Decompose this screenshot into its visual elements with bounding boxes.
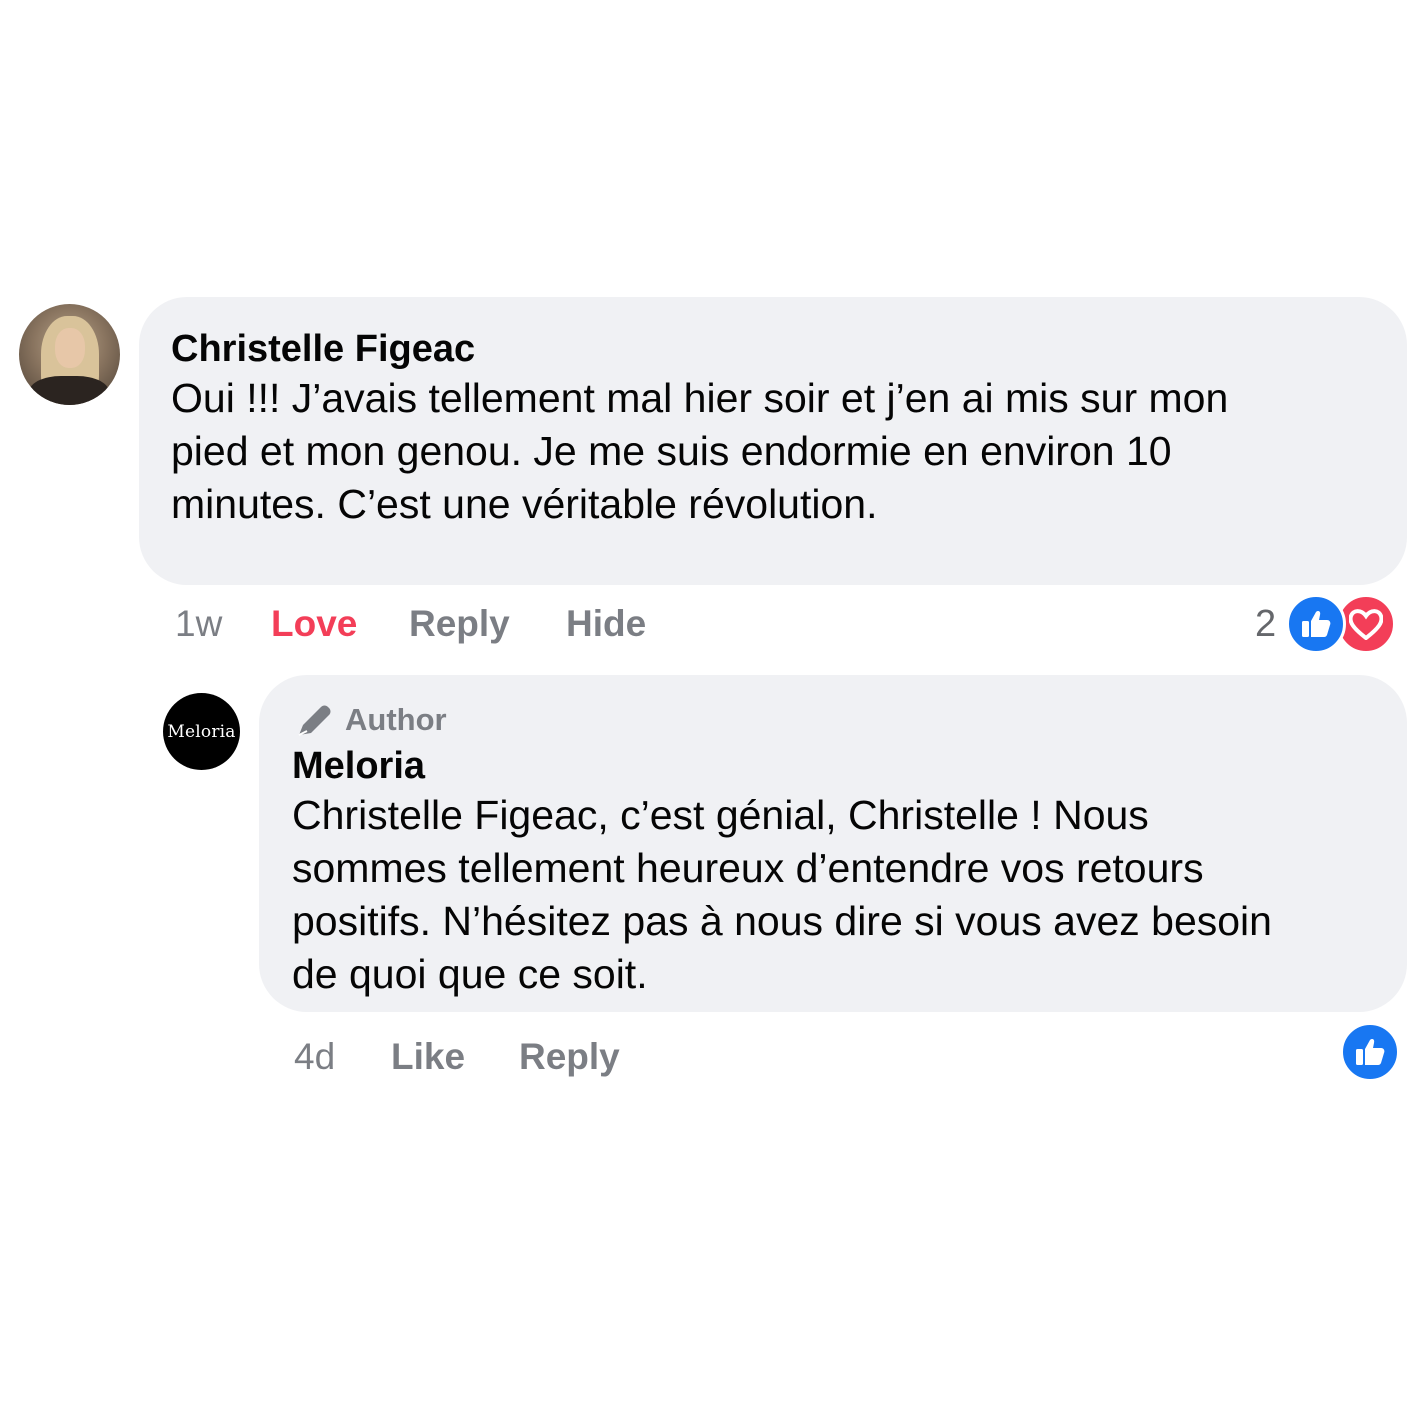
reply-button[interactable]: Reply xyxy=(409,603,510,645)
reply-button[interactable]: Reply xyxy=(519,1036,620,1078)
like-icon[interactable] xyxy=(1286,594,1346,654)
reply-author-name[interactable]: Meloria xyxy=(292,745,425,788)
hide-button[interactable]: Hide xyxy=(566,603,646,645)
like-button[interactable]: Like xyxy=(391,1036,465,1078)
like-icon[interactable] xyxy=(1340,1022,1400,1082)
love-button[interactable]: Love xyxy=(271,603,357,645)
avatar-logo-text: Meloria xyxy=(167,721,236,742)
pen-icon xyxy=(298,705,331,736)
reaction-count[interactable]: 2 xyxy=(1255,603,1276,646)
comment-timestamp[interactable]: 1w xyxy=(175,603,222,645)
reply-timestamp[interactable]: 4d xyxy=(294,1036,335,1078)
reply-text: Christelle Figeac, c’est génial, Christe… xyxy=(292,792,1272,997)
avatar-christelle-figeac[interactable] xyxy=(19,304,120,405)
comment-text: Oui !!! J’avais tellement mal hier soir … xyxy=(171,375,1229,527)
comment-author-name[interactable]: Christelle Figeac xyxy=(171,328,475,371)
author-badge-label: Author xyxy=(345,702,447,737)
avatar-meloria[interactable]: Meloria xyxy=(163,693,240,770)
author-badge: Author xyxy=(295,700,447,740)
